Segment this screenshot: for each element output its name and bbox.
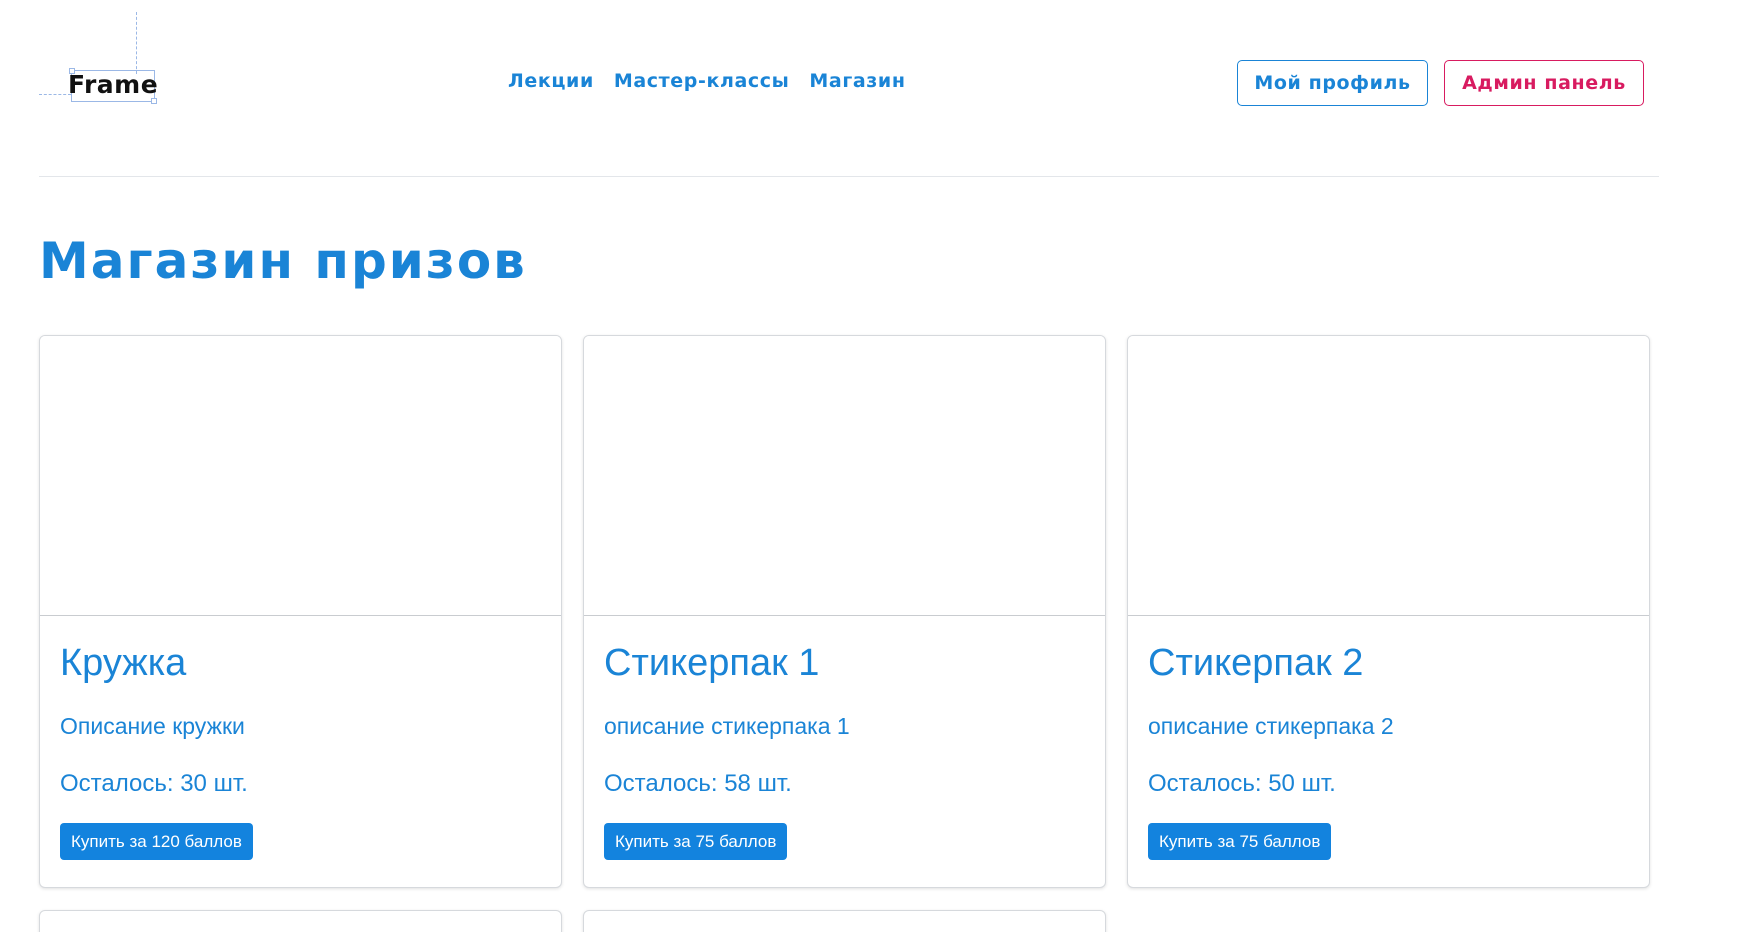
- nav-link-lectures[interactable]: Лекции: [508, 70, 594, 92]
- logo-guide-line: [39, 94, 71, 95]
- logo-text: Frame: [68, 70, 159, 99]
- product-stock: Осталось: 30 шт.: [60, 770, 248, 797]
- product-card: [583, 910, 1106, 932]
- product-description: Описание кружки: [60, 713, 245, 739]
- product-card: Кружка Описание кружки Осталось: 30 шт. …: [39, 335, 562, 888]
- main-nav: Лекции Мастер-классы Магазин: [508, 70, 906, 92]
- product-title: Кружка: [60, 642, 187, 684]
- buy-button[interactable]: Купить за 120 баллов: [60, 823, 253, 860]
- buy-button[interactable]: Купить за 75 баллов: [604, 823, 788, 860]
- header: Frame Лекции Мастер-классы Магазин Мой п…: [39, 0, 1659, 177]
- product-image: [584, 336, 1105, 616]
- product-stock: Осталось: 58 шт.: [604, 770, 792, 797]
- product-card-body: Кружка Описание кружки Осталось: 30 шт. …: [40, 616, 561, 860]
- product-image: [1128, 336, 1649, 616]
- product-card-body: Стикерпак 2 описание стикерпака 2 Остало…: [1128, 616, 1649, 860]
- product-card: Стикерпак 1 описание стикерпака 1 Остало…: [583, 335, 1106, 888]
- product-card: Стикерпак 2 описание стикерпака 2 Остало…: [1127, 335, 1650, 888]
- buy-button[interactable]: Купить за 75 баллов: [1148, 823, 1332, 860]
- product-description: описание стикерпака 1: [604, 713, 850, 739]
- page: Frame Лекции Мастер-классы Магазин Мой п…: [0, 0, 1752, 932]
- product-title: Стикерпак 1: [604, 642, 820, 684]
- product-stock: Осталось: 50 шт.: [1148, 770, 1336, 797]
- nav-link-masterclasses[interactable]: Мастер-классы: [614, 70, 790, 92]
- page-title: Магазин призов: [39, 232, 527, 290]
- admin-panel-button[interactable]: Админ панель: [1444, 60, 1644, 106]
- product-image: [40, 336, 561, 616]
- product-card: [39, 910, 562, 932]
- product-description: описание стикерпака 2: [1148, 713, 1394, 739]
- logo-guide-line: [136, 12, 137, 74]
- product-card-body: Стикерпак 1 описание стикерпака 1 Остало…: [584, 616, 1105, 860]
- logo[interactable]: Frame: [39, 12, 189, 112]
- nav-link-shop[interactable]: Магазин: [809, 70, 905, 92]
- my-profile-button[interactable]: Мой профиль: [1237, 60, 1428, 106]
- product-title: Стикерпак 2: [1148, 642, 1364, 684]
